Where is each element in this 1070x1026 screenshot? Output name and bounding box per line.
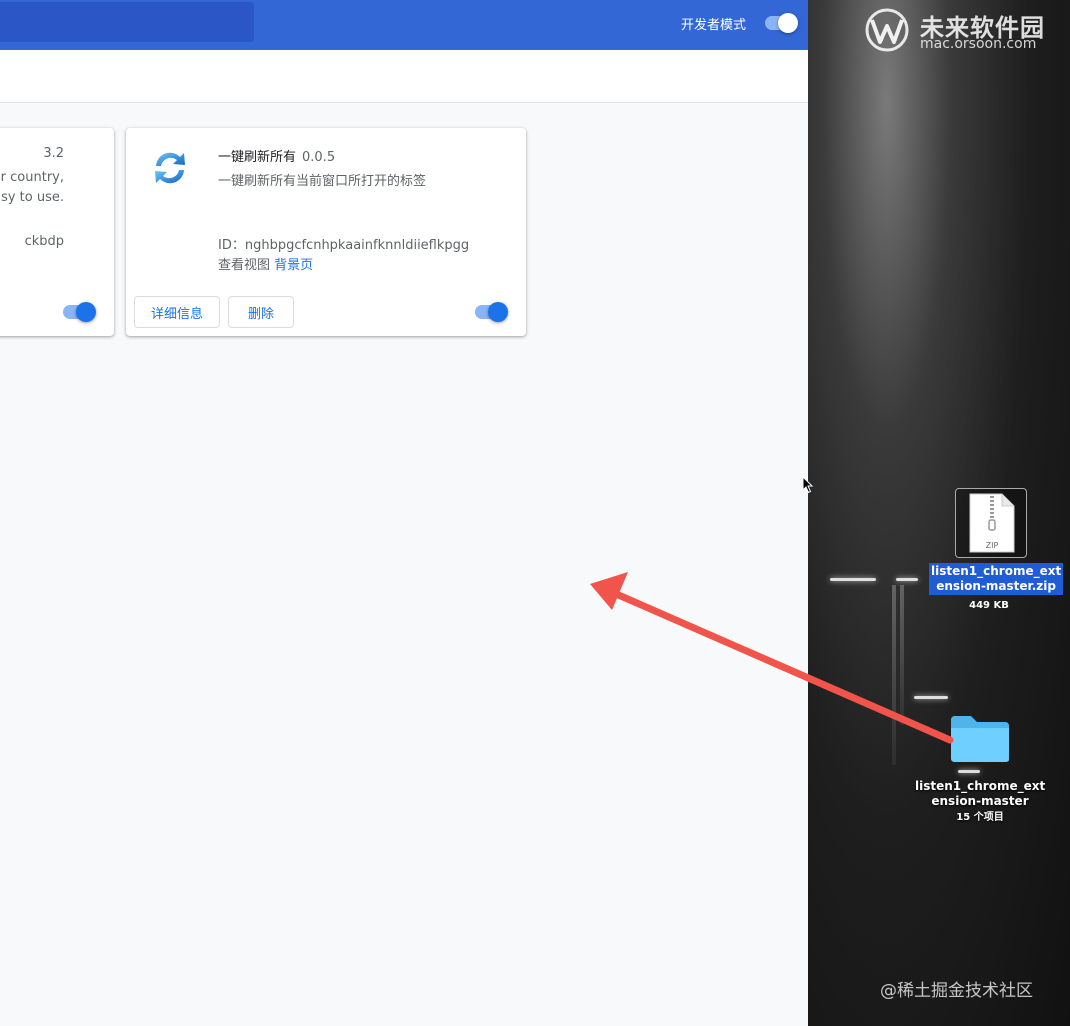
brand-url: mac.orsoon.com [920, 36, 1037, 52]
extension-version: 0.0.5 [302, 150, 336, 165]
folder-name-1: listen1_chrome_ext [915, 779, 1046, 793]
remove-button[interactable]: 删除 [228, 296, 294, 328]
inspect-views-label: 查看视图 [218, 258, 271, 273]
folder-label[interactable]: listen1_chrome_ext ension-master 15 个项目 [915, 779, 1045, 825]
refresh-arrows-icon [155, 152, 185, 184]
zip-file-size: 449 KB [969, 600, 1009, 611]
extension-card: 一键刷新所有 0.0.5 一键刷新所有当前窗口所打开的标签 ID：nghbpgcf… [126, 128, 526, 336]
extension-description-2: asy to use. [0, 190, 64, 205]
zip-icon-text: ZIP [985, 541, 999, 550]
details-button[interactable]: 详细信息 [134, 296, 220, 328]
extension-card: 3.2 our country, asy to use. ckbdp [0, 128, 114, 336]
extension-description: our country, [0, 170, 64, 185]
folder-name-2: ension-master [931, 794, 1029, 808]
developer-mode-label: 开发者模式 [681, 18, 747, 33]
extension-id: ckbdp [24, 234, 64, 249]
extension-version: 3.2 [43, 146, 64, 161]
footer-watermark: @稀土掘金技术社区 [880, 981, 1033, 1001]
developer-toolbar [0, 50, 808, 103]
zip-file-icon[interactable]: ZIP [955, 488, 1027, 558]
zip-file-label[interactable]: listen1_chrome_ext ension-master.zip 449 … [929, 563, 1064, 613]
desktop-background [808, 0, 1070, 1026]
extension-description: 一键刷新所有当前窗口所打开的标签 [218, 174, 427, 189]
extensions-toolbar: 开发者模式 [0, 0, 808, 50]
developer-mode-toggle[interactable] [765, 13, 798, 33]
brand-logo-icon [865, 8, 909, 52]
brand-watermark: 未来软件园 mac.orsoon.com [862, 6, 1062, 52]
folder-icon[interactable] [949, 714, 1011, 764]
background-page-link[interactable]: 背景页 [274, 258, 313, 273]
zip-file-name-1: listen1_chrome_ext [931, 564, 1062, 578]
extension-enable-toggle[interactable] [63, 302, 96, 322]
extension-id: ID：nghbpgcfcnhpkaainfknnldiieflkpgg [218, 238, 470, 253]
folder-item-count: 15 个项目 [956, 812, 1004, 823]
mouse-cursor-icon [802, 476, 814, 494]
zip-file-name-2: ension-master.zip [936, 579, 1056, 593]
extension-name: 一键刷新所有 [218, 150, 297, 165]
search-input[interactable] [0, 2, 254, 42]
chrome-extensions-page: 开发者模式 3.2 our country, asy to use. ckbdp [0, 0, 808, 1026]
extension-enable-toggle[interactable] [475, 302, 508, 322]
